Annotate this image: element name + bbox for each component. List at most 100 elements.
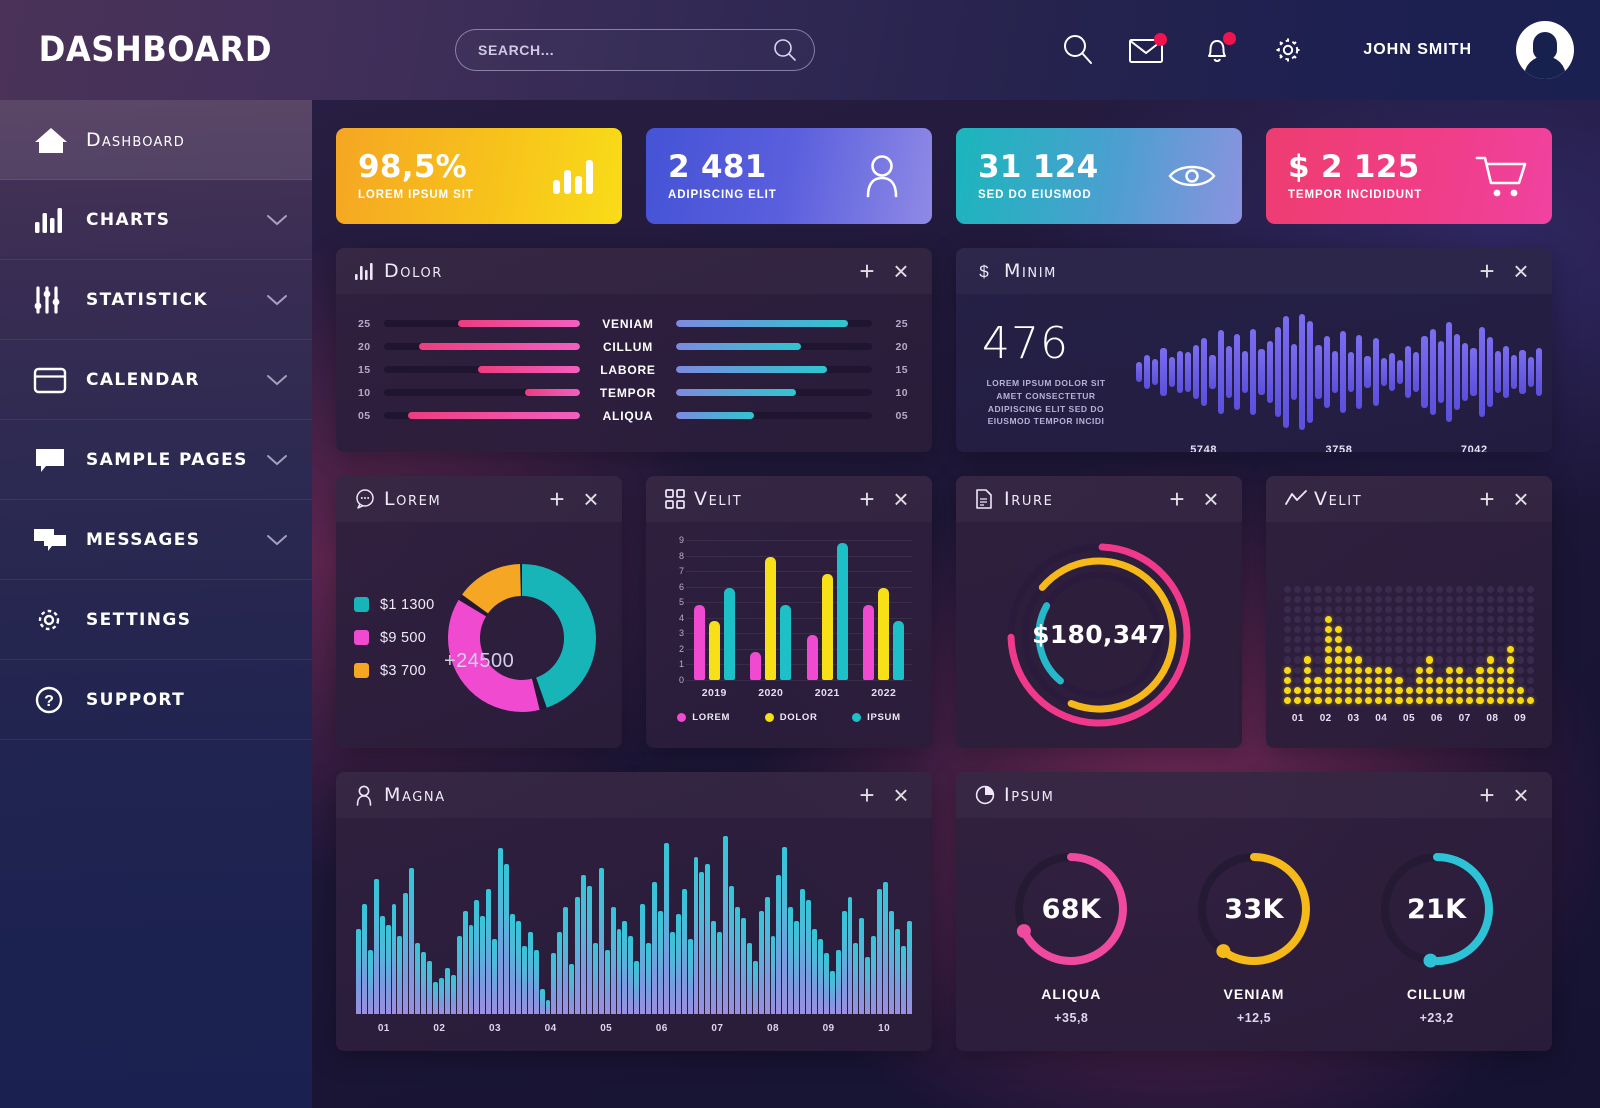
kpi-card-lorem-ipsum-sit[interactable]: 98,5% LOREM IPSUM SIT [336, 128, 622, 224]
bell-icon[interactable] [1197, 29, 1239, 71]
matrix-dot [1385, 666, 1393, 674]
matrix-dot [1516, 636, 1524, 644]
magna-bar [533, 949, 539, 1014]
close-icon[interactable]: × [884, 780, 918, 811]
add-icon[interactable]: + [1470, 256, 1504, 287]
sidebar-item-charts[interactable]: CHARTS [0, 180, 312, 260]
home-icon [24, 124, 86, 156]
minim-summary: 476 LOREM IPSUM DOLOR SIT AMET CONSECTET… [956, 308, 1136, 452]
sidebar-item-statistick[interactable]: STATISTICK [0, 260, 312, 340]
gauge: 33K VENIAM +12,5 [1192, 847, 1316, 1025]
sidebar-item-support[interactable]: ? SUPPORT [0, 660, 312, 740]
bar-groups [686, 540, 912, 680]
add-icon[interactable]: + [850, 484, 884, 515]
add-icon[interactable]: + [1470, 780, 1504, 811]
matrix-dot [1365, 636, 1373, 644]
chevron-down-icon[interactable] [266, 214, 288, 226]
avatar-body [1524, 56, 1566, 79]
x-tick: 02 [1319, 713, 1332, 724]
dot-column [1527, 585, 1535, 704]
magna-bar [888, 910, 894, 1014]
chevron-down-icon[interactable] [266, 294, 288, 306]
x-tick: 02 [433, 1023, 446, 1034]
magna-bar [687, 939, 693, 1014]
matrix-dot [1284, 626, 1292, 634]
minim-description: LOREM IPSUM DOLOR SIT AMET CONSECTETUR A… [986, 378, 1106, 427]
matrix-dot [1395, 646, 1403, 654]
magna-bar [604, 949, 610, 1014]
sidebar-item-settings[interactable]: SETTINGS [0, 580, 312, 660]
magna-bar [883, 882, 888, 1014]
search-box[interactable] [455, 29, 815, 71]
magna-bar [598, 868, 604, 1014]
close-icon[interactable]: × [1504, 780, 1538, 811]
search-icon[interactable] [1057, 29, 1099, 71]
x-tick: 2019 [701, 687, 727, 699]
chevron-down-icon[interactable] [266, 454, 288, 466]
sidebar-item-dashboard[interactable]: Dashboard [0, 100, 312, 180]
bar-group [856, 540, 913, 680]
waveform-tick-labels: 5748 3758 7042 [1136, 444, 1542, 452]
mail-icon[interactable] [1127, 29, 1169, 71]
right-track [676, 389, 872, 396]
close-icon[interactable]: × [1504, 256, 1538, 287]
matrix-dot [1405, 666, 1413, 674]
matrix-dot [1375, 636, 1383, 644]
search-input[interactable] [478, 42, 772, 58]
matrix-dot [1435, 626, 1443, 634]
bar [708, 620, 720, 680]
waveform-bar [1209, 354, 1216, 390]
matrix-dot [1415, 676, 1423, 684]
matrix-dot [1435, 615, 1443, 623]
close-icon[interactable]: × [1194, 484, 1228, 515]
waveform-bar [1454, 333, 1461, 411]
magna-bar [616, 928, 622, 1014]
gear-icon[interactable] [1267, 29, 1309, 71]
help-circle-icon: ? [24, 683, 86, 717]
matrix-dot [1466, 686, 1474, 694]
gauge-name: CILLUM [1406, 986, 1467, 1002]
panel-header: Ipsum + × [956, 772, 1552, 818]
matrix-dot [1415, 666, 1423, 674]
legend-swatch [852, 713, 862, 722]
matrix-dot [1496, 646, 1504, 654]
waveform-bar [1437, 340, 1444, 404]
y-tick: 2 [678, 643, 684, 654]
matrix-dot [1496, 666, 1504, 674]
close-icon[interactable]: × [884, 484, 918, 515]
add-icon[interactable]: + [850, 256, 884, 287]
magna-bar [468, 925, 474, 1014]
add-icon[interactable]: + [540, 484, 574, 515]
magna-bar [817, 939, 823, 1014]
matrix-dot [1294, 626, 1302, 634]
matrix-dot [1375, 605, 1383, 613]
kpi-card-tempor-incididunt[interactable]: $ 2 125 TEMPOR INCIDIDUNT [1266, 128, 1552, 224]
waveform-bar [1535, 347, 1542, 397]
matrix-dot [1415, 595, 1423, 603]
add-icon[interactable]: + [1470, 484, 1504, 515]
close-icon[interactable]: × [574, 484, 608, 515]
close-icon[interactable]: × [1504, 484, 1538, 515]
waveform-bar [1168, 356, 1175, 388]
close-icon[interactable]: × [884, 256, 918, 287]
sidebar-item-messages[interactable]: MESSAGES [0, 500, 312, 580]
sidebar-item-calendar[interactable]: CALENDAR [0, 340, 312, 420]
irure-ring-chart: $180,347 [956, 522, 1242, 747]
matrix-dot [1405, 696, 1413, 704]
matrix-dot [1294, 615, 1302, 623]
kpi-card-sed-do-eiusmod[interactable]: 31 124 SED DO EIUSMOD [956, 128, 1242, 224]
chevron-down-icon[interactable] [266, 534, 288, 546]
matrix-dot [1425, 666, 1433, 674]
add-icon[interactable]: + [1160, 484, 1194, 515]
chevron-down-icon[interactable] [266, 374, 288, 386]
matrix-dot [1354, 605, 1362, 613]
gauge-knob [1423, 953, 1438, 968]
kpi-card-adipiscing-elit[interactable]: 2 481 ADIPISCING ELIT [646, 128, 932, 224]
matrix-dot [1425, 646, 1433, 654]
matrix-dot [1365, 615, 1373, 623]
sidebar-item-sample-pages[interactable]: SAMPLE PAGES [0, 420, 312, 500]
matrix-dot [1304, 585, 1312, 593]
avatar[interactable] [1516, 21, 1574, 79]
matrix-dot [1425, 686, 1433, 694]
add-icon[interactable]: + [850, 780, 884, 811]
